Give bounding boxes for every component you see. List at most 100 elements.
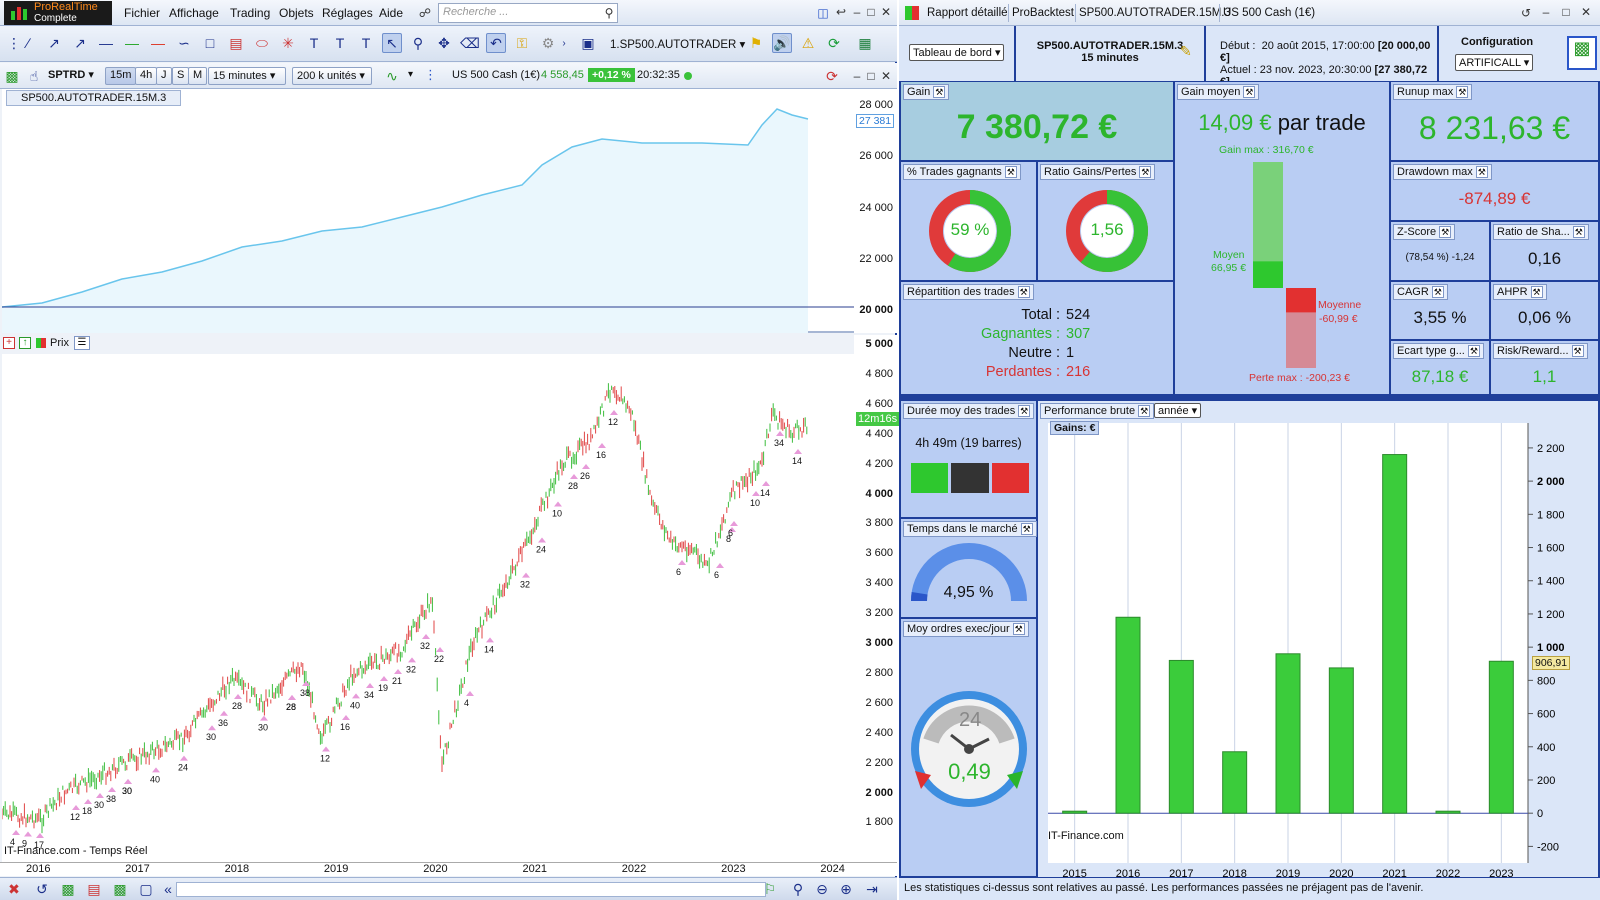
zoom-fit-icon[interactable]: ⚐: [760, 879, 780, 899]
price-chart-pane[interactable]: 4 9 17 12 18 30 38 30 30 40 24 30 36 28 30 28 38 28 12 16 40…: [2, 354, 854, 863]
zoom-out-icon[interactable]: ⊖: [812, 879, 832, 899]
report-maximize-icon[interactable]: □: [1559, 5, 1573, 19]
tab-probacktest[interactable]: ProBacktest: [1012, 7, 1074, 19]
tab-rapport[interactable]: Rapport détaillé: [927, 7, 1008, 19]
zoom-in-icon[interactable]: ⊕: [836, 879, 856, 899]
report-icon[interactable]: ▤: [84, 879, 104, 899]
ticker-select[interactable]: SPTRD ▾: [44, 67, 98, 85]
sound-icon[interactable]: 🔊: [772, 33, 792, 53]
save-icon[interactable]: ▣: [578, 33, 598, 53]
sync-icon[interactable]: ⟳: [822, 66, 842, 86]
pointer-tool-icon[interactable]: ↖: [382, 33, 402, 53]
tf-m-button[interactable]: M: [188, 67, 208, 85]
touch-icon[interactable]: ☝: [24, 66, 44, 86]
bars-icon[interactable]: ⋮: [424, 67, 437, 83]
chart-close-icon[interactable]: ✕: [879, 69, 893, 83]
horizontal-line-icon[interactable]: —: [96, 33, 116, 53]
list-icon[interactable]: ☰: [74, 336, 90, 350]
equity-pane[interactable]: SP500.AUTOTRADER.15M.3: [2, 89, 854, 333]
lock-icon[interactable]: ⚿: [512, 33, 532, 53]
calculator-icon[interactable]: ▦: [855, 33, 875, 53]
text-style-icon[interactable]: T: [356, 33, 376, 53]
report-icon[interactable]: ▩: [1567, 36, 1597, 70]
config-select[interactable]: ARTIFICALL ▾: [1455, 54, 1534, 71]
add-indicator-icon[interactable]: ↑: [19, 337, 31, 349]
alert-icon[interactable]: ⚠: [798, 33, 818, 53]
cagr-label[interactable]: CAGR ⚒: [1393, 284, 1448, 300]
chart-minimize-icon[interactable]: –: [850, 69, 864, 83]
layout-icon[interactable]: ◫: [816, 6, 830, 20]
channel-tool-icon[interactable]: ∽: [174, 33, 194, 53]
red-line-icon[interactable]: —: [148, 33, 168, 53]
tf-j-button[interactable]: J: [156, 67, 172, 85]
riskreward-label[interactable]: Risk/Reward... ⚒: [1493, 343, 1588, 359]
search-icon[interactable]: ⚲: [602, 6, 616, 20]
chevron-down-icon[interactable]: ▾: [408, 69, 413, 80]
report-minimize-icon[interactable]: –: [1539, 5, 1553, 19]
distribution-label[interactable]: Répartition des trades ⚒: [903, 284, 1034, 300]
orders-label[interactable]: Moy ordres exec/jour ⚒: [903, 621, 1029, 637]
indicator-icon[interactable]: ∿: [382, 66, 402, 86]
menu-aide[interactable]: Aide: [379, 6, 403, 20]
units-select[interactable]: 200 k unités ▾: [292, 67, 372, 85]
fibonacci-icon[interactable]: ▤: [226, 33, 246, 53]
zscore-label[interactable]: Z-Score ⚒: [1393, 224, 1456, 240]
drawdown-label[interactable]: Drawdown max ⚒: [1393, 164, 1492, 180]
close-icon[interactable]: ✕: [879, 5, 893, 19]
maximize-icon[interactable]: □: [864, 5, 878, 19]
star-tool-icon[interactable]: ✳: [278, 33, 298, 53]
ratio-label[interactable]: Ratio Gains/Pertes ⚒: [1040, 164, 1156, 180]
chevron-right-icon[interactable]: ›: [554, 33, 574, 53]
zoom-auto-icon[interactable]: ⚲: [788, 879, 808, 899]
template-icon[interactable]: ▢: [136, 879, 156, 899]
text-tool-icon[interactable]: T: [304, 33, 324, 53]
stddev-label[interactable]: Ecart type g... ⚒: [1393, 343, 1484, 359]
close-indicator-icon[interactable]: +: [3, 337, 15, 349]
menu-fichier[interactable]: Fichier: [124, 6, 160, 20]
report-close-icon[interactable]: ✕: [1579, 5, 1593, 19]
line-tool-icon[interactable]: ∕: [18, 33, 38, 53]
green-line-icon[interactable]: —: [122, 33, 142, 53]
restore-icon[interactable]: ↩: [834, 5, 848, 19]
menu-affichage[interactable]: Affichage: [169, 6, 219, 20]
share-icon[interactable]: ↺: [32, 879, 52, 899]
rectangle-tool-icon[interactable]: □: [200, 33, 220, 53]
price-label[interactable]: Prix: [50, 337, 69, 349]
sharpe-label[interactable]: Ratio de Sha... ⚒: [1493, 224, 1589, 240]
refresh-icon[interactable]: ⟳: [824, 33, 844, 53]
trash-icon[interactable]: ⌫: [460, 33, 480, 53]
flag-icon[interactable]: ⚑: [746, 33, 766, 53]
zoom-tool-icon[interactable]: ⚲: [408, 33, 428, 53]
ahpr-label[interactable]: AHPR ⚒: [1493, 284, 1547, 300]
duration-label[interactable]: Durée moy des trades ⚒: [903, 403, 1035, 419]
chart-maximize-icon[interactable]: □: [864, 69, 878, 83]
edit-icon[interactable]: ✎: [1180, 43, 1192, 60]
minimize-icon[interactable]: –: [850, 5, 864, 19]
tf-s-button[interactable]: S: [172, 67, 190, 85]
system-selector[interactable]: 1.SP500.AUTOTRADER ▾: [610, 37, 745, 51]
segment-tool-icon[interactable]: ↗: [70, 33, 90, 53]
menu-objets[interactable]: Objets: [279, 6, 314, 20]
timeframe-select[interactable]: 15 minutes ▾: [208, 67, 286, 85]
tab-instrument[interactable]: US 500 Cash (1€): [1223, 7, 1315, 19]
gain-label[interactable]: Gain ⚒: [903, 84, 950, 100]
magnet-icon[interactable]: ↶: [486, 33, 506, 53]
tab-system[interactable]: SP500.AUTOTRADER.15M.3: [1079, 7, 1231, 19]
move-tool-icon[interactable]: ✥: [434, 33, 454, 53]
tf-4h-button[interactable]: 4h: [135, 67, 158, 85]
search-input[interactable]: Recherche ...: [438, 3, 618, 23]
chart-type-icon[interactable]: ▩: [2, 66, 22, 86]
dashboard-select[interactable]: Tableau de bord ▾: [909, 44, 1005, 61]
ellipse-tool-icon[interactable]: ⬭: [252, 33, 272, 53]
broken-link-icon[interactable]: ✖: [4, 879, 24, 899]
scale-icon[interactable]: ▩: [110, 879, 130, 899]
tf-15m-button[interactable]: 15m: [105, 67, 137, 85]
runup-label[interactable]: Runup max ⚒: [1393, 84, 1473, 100]
scroll-end-icon[interactable]: ⇥: [862, 879, 882, 899]
menu-trading[interactable]: Trading: [230, 6, 270, 20]
scroll-first-icon[interactable]: «: [158, 879, 178, 899]
ray-tool-icon[interactable]: ↗: [44, 33, 64, 53]
link-icon[interactable]: ☍: [418, 6, 432, 20]
horizontal-scrollbar[interactable]: [176, 882, 766, 897]
chart-layout-icon[interactable]: ▩: [58, 879, 78, 899]
